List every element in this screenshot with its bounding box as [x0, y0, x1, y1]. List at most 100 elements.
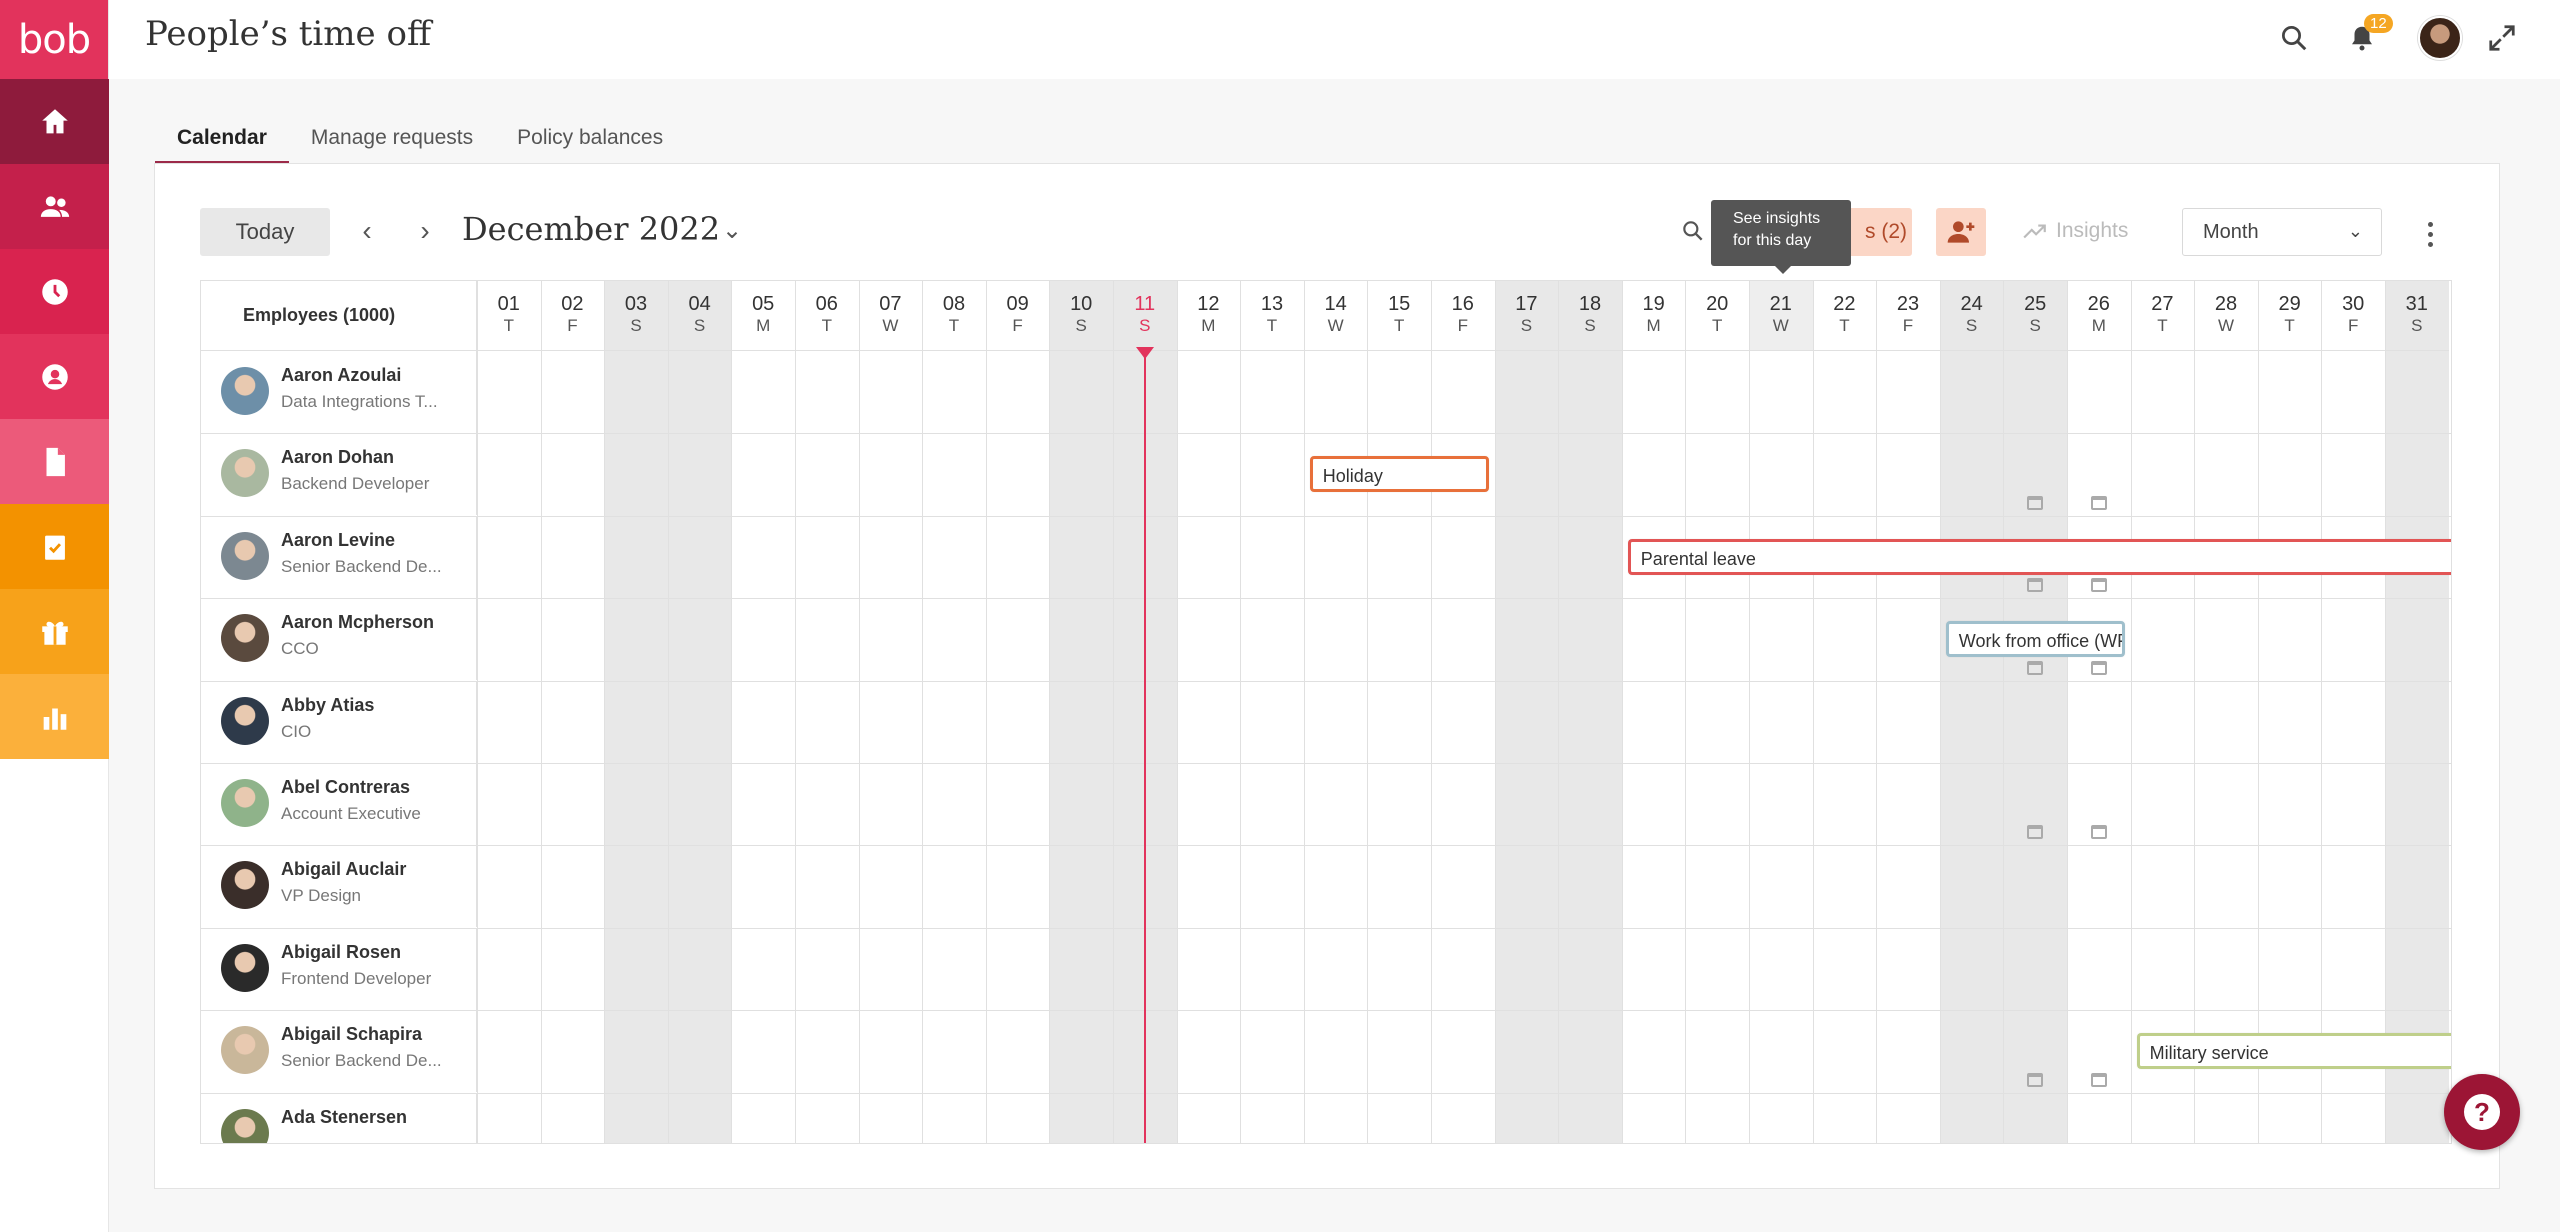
prev-month-arrow-icon[interactable]: ‹: [352, 215, 382, 246]
day-header[interactable]: 21 W: [1749, 281, 1813, 351]
avatar: [221, 861, 269, 910]
day-of-week: T: [1711, 316, 1723, 335]
day-header[interactable]: 04 S: [667, 281, 732, 351]
employee-row[interactable]: Abigail Rosen Frontend Developer: [201, 927, 477, 1010]
calendar-icon[interactable]: [2090, 495, 2107, 510]
day-header[interactable]: 28 W: [2194, 281, 2258, 351]
grid-line: [201, 1092, 2451, 1094]
bob-logo[interactable]: bob: [0, 0, 108, 79]
sidebar-item-profile[interactable]: [0, 334, 109, 419]
sidebar-item-home[interactable]: [0, 79, 109, 164]
expand-icon[interactable]: [2482, 18, 2522, 58]
day-number: 15: [1388, 293, 1411, 315]
day-header[interactable]: 16 F: [1431, 281, 1495, 351]
employee-row[interactable]: Aaron Levine Senior Backend De...: [201, 515, 477, 598]
employee-row[interactable]: Abigail Schapira Senior Backend De...: [201, 1010, 477, 1093]
day-header[interactable]: 22 T: [1812, 281, 1877, 351]
day-header[interactable]: 26 M: [2067, 281, 2131, 351]
day-header[interactable]: 31 S: [2385, 281, 2449, 351]
notification-badge: 12: [2364, 14, 2393, 33]
weekend-column: [667, 281, 732, 1143]
insights-button[interactable]: Insights: [2022, 218, 2128, 244]
day-header[interactable]: 24 S: [1939, 281, 2004, 351]
day-header[interactable]: 14 W: [1303, 281, 1368, 351]
day-of-week: W: [882, 316, 899, 335]
day-header[interactable]: 30 F: [2321, 281, 2385, 351]
day-of-week: F: [1012, 316, 1023, 335]
sidebar-item-documents[interactable]: [0, 419, 109, 504]
calendar-icon[interactable]: [2027, 825, 2044, 840]
avatar: [221, 1108, 269, 1143]
employee-row[interactable]: Aaron Mcpherson CCO: [201, 598, 477, 681]
sidebar-item-time[interactable]: [0, 249, 109, 334]
day-header[interactable]: 20 T: [1685, 281, 1749, 351]
time-off-event[interactable]: Military service: [2136, 1033, 2451, 1070]
day-header[interactable]: 27 T: [2130, 281, 2195, 351]
time-off-event[interactable]: Work from office (WFO): [1945, 621, 2125, 658]
day-header[interactable]: 10 S: [1049, 281, 1113, 351]
day-header[interactable]: 02 F: [540, 281, 605, 351]
day-header[interactable]: 11 S: [1113, 281, 1177, 351]
grid-line: [201, 515, 2451, 517]
calendar-icon[interactable]: [2090, 825, 2107, 840]
bell-icon[interactable]: 12: [2342, 14, 2393, 58]
day-header[interactable]: 12 M: [1176, 281, 1241, 351]
day-header[interactable]: 18 S: [1558, 281, 1622, 351]
day-header[interactable]: 17 S: [1494, 281, 1559, 351]
day-header[interactable]: 13 T: [1240, 281, 1304, 351]
day-header[interactable]: 09 F: [985, 281, 1050, 351]
chevron-down-icon[interactable]: ⌄: [722, 216, 742, 245]
month-label[interactable]: December 2022: [462, 210, 720, 248]
add-person-button[interactable]: [1936, 208, 1986, 256]
employee-title: Frontend Developer: [281, 968, 432, 988]
day-of-week: S: [1139, 316, 1151, 335]
calendar-icon[interactable]: [2027, 1072, 2044, 1087]
employee-row[interactable]: Abby Atias CIO: [201, 680, 477, 763]
view-select[interactable]: Month ⌄: [2182, 208, 2382, 256]
calendar-icon[interactable]: [2090, 1072, 2107, 1087]
day-header[interactable]: 25 S: [2003, 281, 2067, 351]
day-header[interactable]: 29 T: [2257, 281, 2322, 351]
employee-row[interactable]: Aaron Azoulai Data Integrations T...: [201, 351, 477, 433]
calendar-icon[interactable]: [2027, 660, 2044, 675]
calendar-search-icon[interactable]: [1680, 218, 1710, 248]
sidebar-item-tasks[interactable]: [0, 504, 109, 589]
day-header[interactable]: 15 T: [1367, 281, 1431, 351]
calendar-icon[interactable]: [2090, 578, 2107, 593]
day-number: 20: [1706, 293, 1729, 315]
user-avatar[interactable]: [2418, 16, 2462, 60]
tab-manage-requests[interactable]: Manage requests: [289, 118, 495, 164]
day-header[interactable]: 03 S: [604, 281, 668, 351]
day-of-week: F: [2347, 316, 2359, 335]
next-month-arrow-icon[interactable]: ›: [410, 215, 440, 246]
employee-name: Aaron Azoulai: [281, 365, 402, 385]
employee-row[interactable]: Aaron Dohan Backend Developer: [201, 433, 477, 516]
day-header[interactable]: 05 M: [731, 281, 795, 351]
grid-line: [985, 281, 987, 1143]
calendar-icon[interactable]: [2027, 578, 2044, 593]
day-header[interactable]: 19 M: [1621, 281, 1686, 351]
grid-line: [201, 680, 2451, 682]
today-button[interactable]: Today: [200, 208, 330, 256]
search-icon[interactable]: [2274, 18, 2314, 58]
employee-row[interactable]: Ada Stenersen: [201, 1092, 477, 1143]
calendar-icon[interactable]: [2090, 660, 2107, 675]
time-off-event[interactable]: Holiday: [1309, 456, 1489, 493]
help-button[interactable]: ?: [2444, 1074, 2520, 1150]
more-options-icon[interactable]: [2418, 214, 2442, 254]
day-header[interactable]: 08 T: [922, 281, 986, 351]
calendar-icon[interactable]: [2027, 495, 2044, 510]
day-header[interactable]: 07 W: [858, 281, 923, 351]
sidebar-item-perks[interactable]: [0, 589, 109, 674]
day-header[interactable]: 23 F: [1876, 281, 1940, 351]
sidebar-item-analytics[interactable]: [0, 674, 109, 759]
grid-line: [858, 281, 860, 1143]
employee-row[interactable]: Abel Contreras Account Executive: [201, 763, 477, 845]
tab-calendar[interactable]: Calendar: [155, 118, 289, 164]
employee-row[interactable]: Abigail Auclair VP Design: [201, 845, 477, 928]
tab-policy-balances[interactable]: Policy balances: [495, 118, 685, 164]
sidebar-item-people[interactable]: [0, 164, 109, 249]
day-header[interactable]: 06 T: [795, 281, 859, 351]
time-off-event[interactable]: Parental leave: [1627, 538, 2451, 575]
day-header[interactable]: 01 T: [477, 281, 541, 351]
